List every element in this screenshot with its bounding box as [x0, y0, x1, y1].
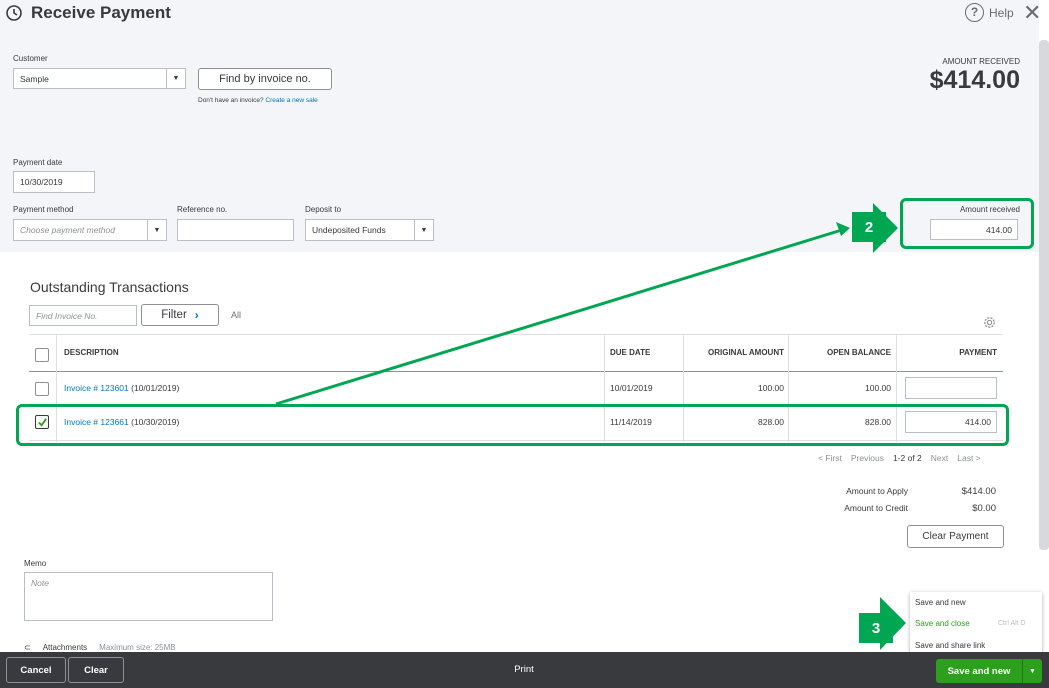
customer-value: Sample	[20, 73, 49, 84]
save-and-new-button[interactable]: Save and new	[936, 659, 1022, 683]
row-open-balance: 100.00	[865, 383, 891, 393]
amount-to-credit-value: $0.00	[972, 503, 996, 514]
payment-method-label: Payment method	[13, 205, 74, 214]
chevron-down-icon[interactable]: ▼	[414, 220, 433, 240]
chevron-down-icon[interactable]: ▼	[166, 69, 185, 88]
col-original-amount: ORIGINAL AMOUNT	[708, 348, 784, 357]
reference-label: Reference no.	[177, 205, 228, 214]
gear-icon[interactable]	[982, 315, 997, 330]
paperclip-icon[interactable]: ⊂	[24, 643, 31, 652]
row-payment-input[interactable]	[905, 377, 997, 399]
outstanding-title: Outstanding Transactions	[30, 279, 189, 295]
row-due-date: 10/01/2019	[610, 383, 653, 393]
menu-save-close[interactable]: Save and close	[915, 619, 970, 628]
attachments-row: ⊂ Attachments Maximum size: 25MB	[24, 643, 176, 652]
invoice-date: (10/01/2019)	[131, 383, 180, 393]
reference-input[interactable]	[177, 219, 294, 241]
menu-save-share[interactable]: Save and share link	[915, 641, 985, 650]
payment-date-input[interactable]: 10/30/2019	[13, 171, 95, 193]
row-description: Invoice # 123601 (10/01/2019)	[64, 383, 179, 393]
payment-method-placeholder: Choose payment method	[20, 225, 115, 235]
pagination-first[interactable]: < First	[818, 453, 842, 463]
chevron-down-icon[interactable]: ▼	[147, 220, 166, 240]
amount-to-apply-label: Amount to Apply	[846, 486, 908, 496]
col-due-date: DUE DATE	[610, 348, 651, 357]
page-title: Receive Payment	[31, 3, 171, 22]
find-invoice-input[interactable]: Find Invoice No.	[29, 305, 137, 326]
payment-date-label: Payment date	[13, 158, 63, 167]
row-original-amount: 100.00	[758, 383, 784, 393]
find-by-invoice-button[interactable]: Find by invoice no.	[198, 68, 332, 90]
create-sale-link[interactable]: Create a new sale	[265, 97, 317, 104]
memo-placeholder: Note	[31, 578, 49, 588]
pagination-last[interactable]: Last >	[957, 453, 980, 463]
annotation-highlight-amount	[900, 198, 1034, 249]
menu-shortcut: Ctrl Alt D	[998, 620, 1026, 627]
table-row: Invoice # 123601 (10/01/2019) 10/01/2019…	[29, 372, 1003, 406]
col-description: DESCRIPTION	[64, 348, 119, 357]
pagination-range: 1-2 of 2	[892, 453, 922, 463]
pagination-next[interactable]: Next	[931, 453, 948, 463]
find-invoice-placeholder: Find Invoice No.	[36, 310, 98, 321]
menu-save-new[interactable]: Save and new	[915, 598, 966, 607]
memo-label: Memo	[24, 559, 47, 568]
attachments-label[interactable]: Attachments	[43, 643, 87, 652]
deposit-to-select[interactable]: Undeposited Funds ▼	[305, 219, 434, 241]
amount-received-summary-value: $414.00	[929, 66, 1020, 94]
clear-payment-button[interactable]: Clear Payment	[907, 525, 1004, 548]
help-icon[interactable]: ?	[965, 3, 984, 22]
invoice-link[interactable]: Invoice # 123601	[64, 383, 129, 393]
all-label: All	[231, 310, 242, 320]
customer-label: Customer	[13, 54, 48, 63]
row-checkbox[interactable]	[35, 382, 49, 396]
save-dropdown-chevron-icon[interactable]: ▼	[1022, 659, 1042, 683]
annotation-highlight-row	[16, 404, 1009, 446]
col-payment: PAYMENT	[959, 348, 997, 357]
annotation-badge-2: 2	[852, 212, 886, 242]
table-top-border	[29, 334, 1003, 335]
cancel-button[interactable]: Cancel	[6, 657, 66, 683]
memo-textarea[interactable]: Note	[24, 572, 273, 621]
amount-to-credit-label: Amount to Credit	[844, 503, 908, 513]
attachments-max-size: Maximum size: 25MB	[99, 643, 176, 652]
deposit-to-label: Deposit to	[305, 205, 342, 214]
chevron-right-icon: ›	[194, 308, 199, 322]
deposit-to-value: Undeposited Funds	[312, 225, 386, 235]
no-invoice-hint: Don't have an invoice? Create a new sale	[198, 97, 318, 104]
annotation-badge-3: 3	[859, 613, 893, 643]
history-icon[interactable]	[5, 4, 23, 22]
filter-button[interactable]: Filter ›	[141, 304, 219, 326]
pagination-previous[interactable]: Previous	[851, 453, 884, 463]
amount-to-apply-value: $414.00	[961, 486, 996, 497]
scrollbar[interactable]	[1039, 40, 1049, 550]
payment-method-select[interactable]: Choose payment method ▼	[13, 219, 167, 241]
col-open-balance: OPEN BALANCE	[826, 348, 891, 357]
close-icon[interactable]: ✕	[1023, 0, 1041, 26]
pagination: < First Previous 1-2 of 2 Next Last >	[818, 453, 981, 463]
save-menu: Save and new Save and close Ctrl Alt D S…	[910, 592, 1042, 656]
help-link[interactable]: Help	[989, 6, 1014, 20]
amount-received-summary-label: AMOUNT RECEIVED	[942, 57, 1020, 66]
print-button[interactable]: Print	[500, 664, 548, 675]
clear-button[interactable]: Clear	[68, 657, 124, 683]
payment-date-value: 10/30/2019	[20, 177, 63, 187]
customer-select[interactable]: Sample ▼	[13, 68, 186, 89]
filter-label: Filter	[161, 309, 187, 321]
no-invoice-text: Don't have an invoice?	[198, 97, 264, 104]
select-all-checkbox[interactable]	[35, 348, 49, 362]
